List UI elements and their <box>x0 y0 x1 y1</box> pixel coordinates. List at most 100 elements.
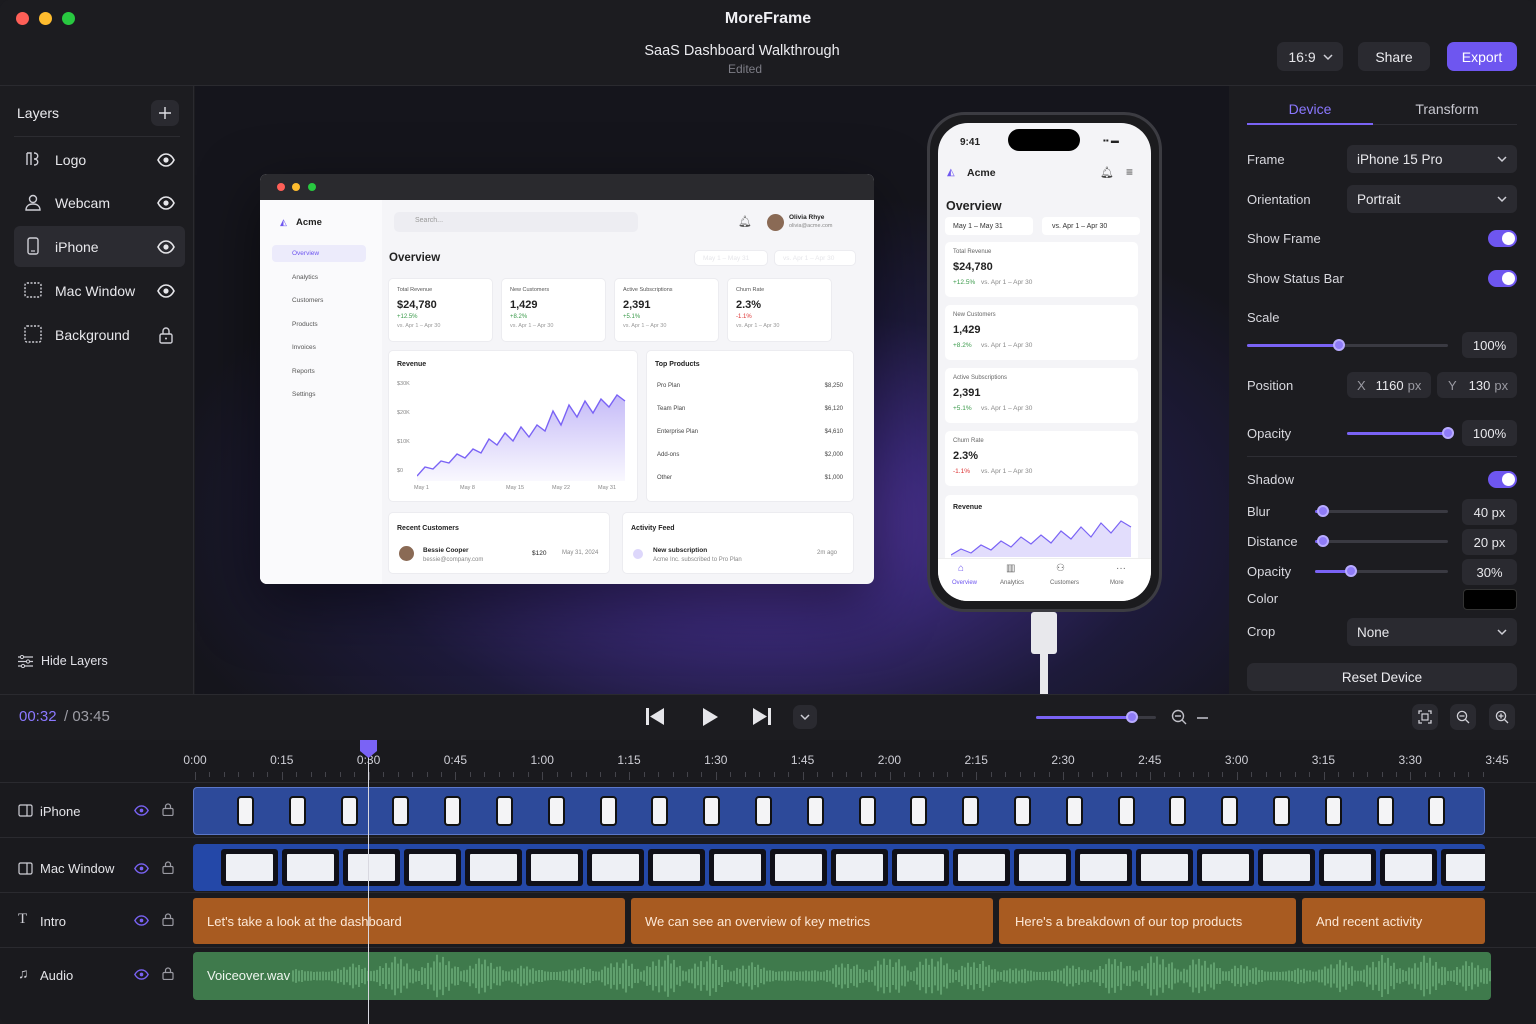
zoom-in-icon <box>1495 710 1509 724</box>
scale-slider[interactable] <box>1247 339 1448 351</box>
slider-knob[interactable] <box>1316 505 1329 517</box>
layer-webcam[interactable]: Webcam <box>14 182 185 223</box>
opacity-slider[interactable] <box>1347 427 1454 439</box>
thumbnail-screen <box>1385 854 1432 881</box>
layer-background[interactable]: Background <box>14 314 185 355</box>
scale-value[interactable]: 100% <box>1462 332 1517 358</box>
layer-iphone[interactable]: iPhone <box>14 226 185 267</box>
playhead-handle[interactable] <box>360 740 377 758</box>
lock-icon[interactable] <box>157 326 175 344</box>
zoom-out-icon[interactable] <box>1171 709 1187 725</box>
reset-device-button[interactable]: Reset Device <box>1247 663 1517 691</box>
skip-forward-icon[interactable] <box>753 708 771 725</box>
tab-device[interactable]: Device <box>1247 101 1373 117</box>
minus-icon[interactable] <box>1197 717 1208 719</box>
slider-knob[interactable] <box>1333 339 1346 351</box>
frame-select[interactable]: iPhone 15 Pro <box>1347 145 1517 173</box>
stat-label: Total Revenue <box>953 249 992 255</box>
eye-icon[interactable] <box>134 863 149 874</box>
tab-transform[interactable]: Transform <box>1380 101 1514 117</box>
lock-icon[interactable] <box>162 803 174 816</box>
product-name: Other <box>657 475 673 481</box>
caption-clip[interactable]: And recent activity <box>1302 898 1485 944</box>
caption-clip[interactable]: Let's take a look at the dashboard <box>193 898 625 944</box>
eye-icon[interactable] <box>157 194 175 212</box>
ruler-tick <box>614 772 616 777</box>
show-frame-toggle[interactable] <box>1488 230 1517 247</box>
eye-icon[interactable] <box>134 969 149 980</box>
shadow-color-swatch[interactable] <box>1463 589 1517 610</box>
position-y-field[interactable]: Y 130 px <box>1437 372 1517 398</box>
lock-icon[interactable] <box>162 861 174 874</box>
tab-icon: ··· <box>1116 563 1126 574</box>
mac-thumbnail <box>953 849 1010 886</box>
eye-icon[interactable] <box>157 282 175 300</box>
zoom-out-button[interactable] <box>1450 704 1476 730</box>
slider-knob[interactable] <box>1316 535 1329 547</box>
caption-clip[interactable]: Here's a breakdown of our top products <box>999 898 1296 944</box>
shadow-opacity-value[interactable]: 30% <box>1462 559 1517 585</box>
blur-value[interactable]: 40 px <box>1462 499 1517 525</box>
blur-slider[interactable] <box>1315 505 1448 517</box>
eye-icon[interactable] <box>134 805 149 816</box>
phone-tab-analytics[interactable]: Analytics <box>1000 580 1024 586</box>
zoom-slider[interactable] <box>1036 711 1156 723</box>
mac-window-clip[interactable] <box>193 844 1485 891</box>
ruler-tick <box>1424 772 1426 777</box>
layers-panel: Layers Logo Webcam iPhone Mac Window Bac… <box>0 86 194 694</box>
caption-clip[interactable]: We can see an overview of key metrics <box>631 898 993 944</box>
playback-options-button[interactable] <box>793 705 817 729</box>
play-icon[interactable] <box>702 708 718 726</box>
ruler-tick <box>1280 772 1282 777</box>
slider-knob[interactable] <box>1344 565 1357 577</box>
layer-logo[interactable]: Logo <box>14 139 185 180</box>
skip-back-icon[interactable] <box>646 708 664 725</box>
position-x-field[interactable]: X 1160 px <box>1347 372 1431 398</box>
eye-icon[interactable] <box>157 238 175 256</box>
show-status-bar-toggle[interactable] <box>1488 270 1517 287</box>
phone-tab-customers[interactable]: Customers <box>1050 580 1079 586</box>
ruler-tick-label: 3:30 <box>1398 753 1422 767</box>
ruler-tick <box>1468 772 1470 777</box>
fit-timeline-button[interactable] <box>1412 704 1438 730</box>
plus-icon <box>159 107 171 119</box>
time-ruler[interactable]: 0:000:150:300:451:001:151:301:452:002:15… <box>0 740 1536 782</box>
iphone-clip[interactable] <box>193 787 1485 835</box>
phone-tab-overview[interactable]: Overview <box>952 580 977 586</box>
ruler-tick <box>1121 772 1123 777</box>
layer-mac-window[interactable]: Mac Window <box>14 270 185 311</box>
shadow-opacity-slider[interactable] <box>1315 565 1448 577</box>
project-title[interactable]: SaaS Dashboard Walkthrough <box>0 43 1484 59</box>
mac-thumbnail <box>343 849 400 886</box>
playhead-line[interactable] <box>368 752 369 1024</box>
audio-clip[interactable]: Voiceover.wav <box>193 952 1491 1000</box>
shadow-toggle[interactable] <box>1488 471 1517 488</box>
eye-icon[interactable] <box>157 151 175 169</box>
preview-canvas[interactable]: ◭ Acme Overview Analytics Customers Product… <box>195 86 1229 694</box>
distance-value[interactable]: 20 px <box>1462 529 1517 555</box>
aspect-ratio-dropdown[interactable]: 16:9 <box>1277 42 1343 71</box>
timeline[interactable]: 0:000:150:300:451:001:151:301:452:002:15… <box>0 740 1536 1024</box>
phone-tab-more[interactable]: More <box>1110 580 1124 586</box>
ruler-tick <box>860 772 862 777</box>
mac-window-mock[interactable]: ◭ Acme Overview Analytics Customers Product… <box>260 174 874 584</box>
slider-knob[interactable] <box>1442 427 1454 439</box>
zoom-in-button[interactable] <box>1489 704 1515 730</box>
add-layer-button[interactable] <box>151 100 179 126</box>
ruler-tick <box>831 772 833 777</box>
hide-layers-button[interactable]: Hide Layers <box>18 654 108 668</box>
lock-icon[interactable] <box>162 967 174 980</box>
share-button[interactable]: Share <box>1358 42 1430 71</box>
ruler-tick <box>223 772 225 777</box>
distance-slider[interactable] <box>1315 535 1448 547</box>
orientation-select[interactable]: Portrait <box>1347 185 1517 213</box>
crop-select[interactable]: None <box>1347 618 1517 646</box>
thumbnail-screen <box>1141 854 1188 881</box>
ruler-tick <box>1034 772 1036 777</box>
export-button[interactable]: Export <box>1447 42 1517 71</box>
ruler-tick <box>643 772 645 777</box>
opacity-value[interactable]: 100% <box>1462 420 1517 446</box>
ruler-tick <box>426 772 428 777</box>
slider-knob[interactable] <box>1126 711 1138 723</box>
iphone-mock[interactable]: 9:41 ▪▪ ▬ ◭ Acme 🔔︎ ≡ Overview May 1 – M… <box>927 112 1162 612</box>
